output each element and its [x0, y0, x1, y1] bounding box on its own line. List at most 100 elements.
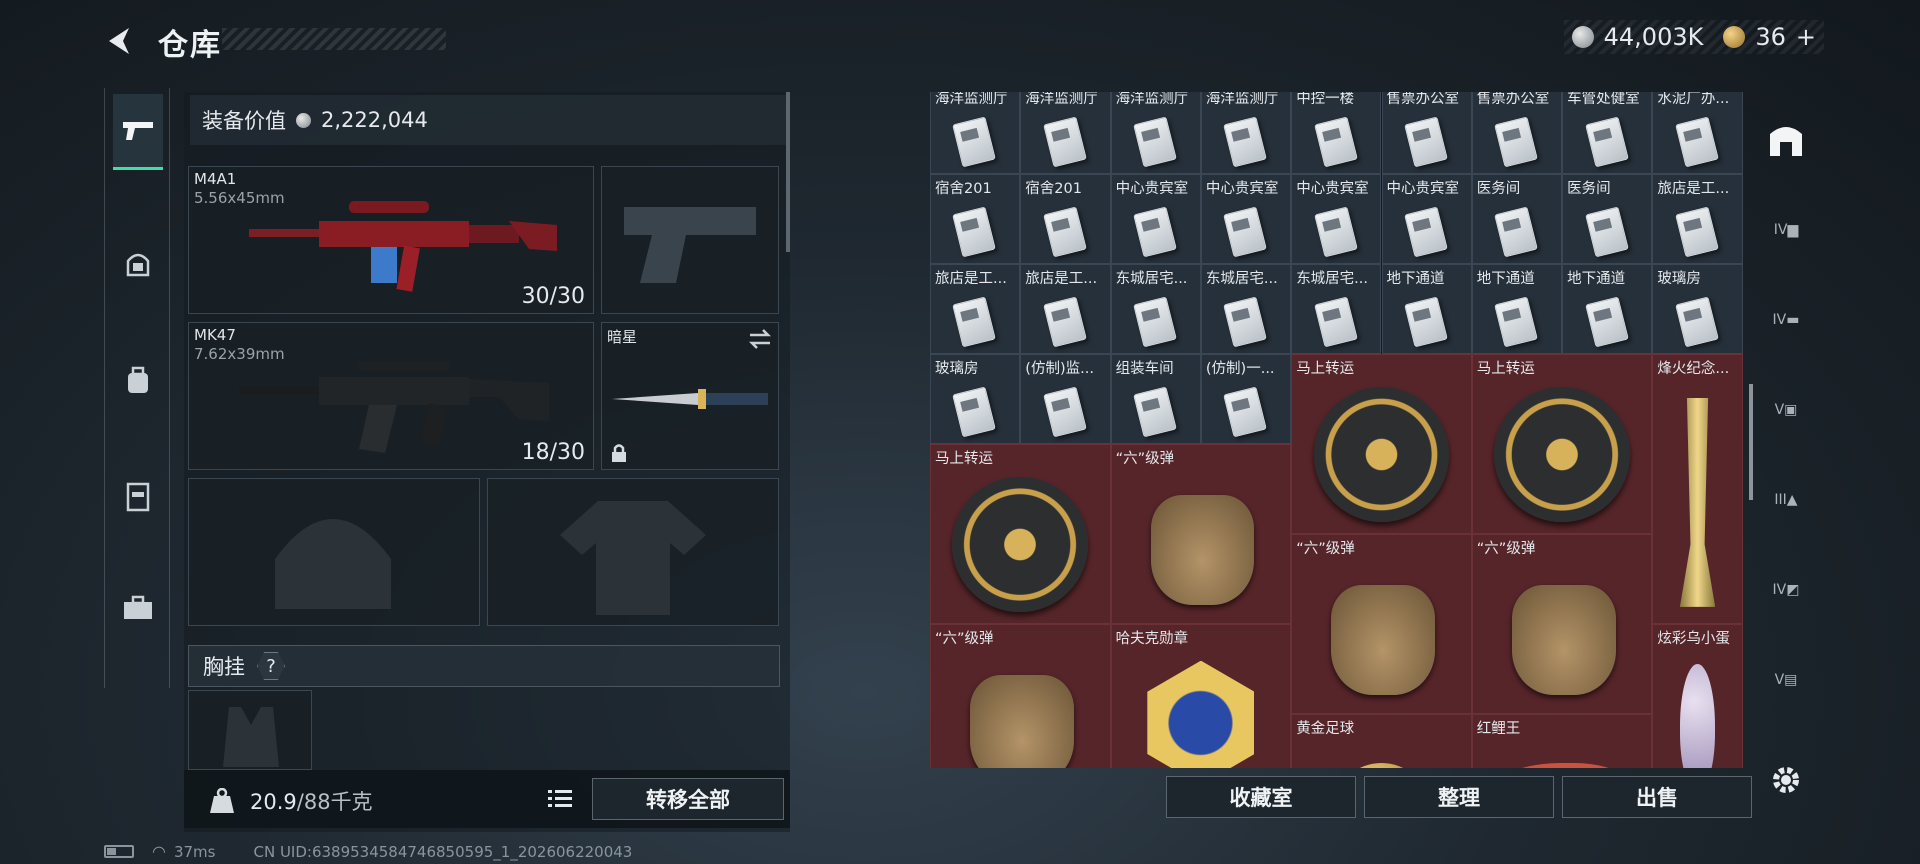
storage-keycard-item[interactable]: 售票办公室 [1471, 92, 1563, 174]
storage-keycard-item[interactable]: 旅店是工... [930, 264, 1021, 354]
storage-keycard-item[interactable]: 海洋监测厅 [1020, 92, 1111, 174]
storage-keycard-item[interactable]: 旅店是工... [1020, 264, 1111, 354]
sidebar-item-backpack[interactable] [113, 354, 163, 406]
storage-large-item[interactable]: 红鲤王 [1471, 714, 1653, 768]
category-bag-v[interactable]: V▤ [1762, 656, 1810, 704]
storage-keycard-item[interactable]: 玻璃房 [930, 354, 1021, 444]
sort-button[interactable]: 整理 [1364, 776, 1554, 818]
storage-panel: 海洋监测厅 海洋监测厅 海洋监测厅 海洋监测厅 中控一楼 售票办公室 售票办公室 车管处健室 水… [930, 92, 1743, 768]
primary-weapon-slot[interactable]: M4A1 5.56x45mm 30/30 [188, 166, 594, 314]
storage-keycard-item[interactable]: 东城居宅... [1110, 264, 1201, 354]
keycard-icon [1042, 206, 1087, 258]
sell-button[interactable]: 出售 [1562, 776, 1752, 818]
storage-keycard-item[interactable]: 海洋监测厅 [1200, 92, 1292, 174]
storage-keycard-item[interactable]: 组装车间 [1110, 354, 1201, 444]
storage-keycard-item[interactable]: 中控一楼 [1291, 92, 1382, 174]
transfer-all-button[interactable]: 转移全部 [592, 778, 784, 820]
item-label: 车管处健室 [1567, 92, 1640, 107]
storage-home-button[interactable] [1762, 116, 1810, 164]
list-icon [548, 790, 572, 807]
tag-iv-icon: IV◩ [1772, 582, 1800, 598]
storage-keycard-item[interactable]: 医务间 [1471, 174, 1563, 264]
storage-keycard-item[interactable]: (仿制)一... [1200, 354, 1292, 444]
uid-text: CN UID:6389534584746850595_1_20260622004… [253, 842, 633, 861]
storage-large-item[interactable]: 马上转运 [1471, 354, 1653, 534]
helmet-slot[interactable] [188, 478, 480, 626]
storage-keycard-item[interactable]: 售票办公室 [1381, 92, 1472, 174]
storage-keycard-item[interactable]: 海洋监测厅 [1110, 92, 1201, 174]
storage-keycard-item[interactable]: 宿舍201 [930, 174, 1021, 264]
storage-large-item[interactable]: 黄金足球 [1291, 714, 1472, 768]
category-gun-iv[interactable]: IV▬ [1762, 296, 1810, 344]
storage-keycard-item[interactable]: 中心贵宾室 [1381, 174, 1472, 264]
primary-weapon-name: M4A1 [194, 170, 237, 188]
storage-keycard-item[interactable]: 地下通道 [1562, 264, 1653, 354]
swap-icon[interactable] [748, 329, 772, 349]
bullet-hand-icon [1512, 584, 1616, 696]
weight-capacity: /88千克 [296, 790, 373, 814]
rifle-icon [239, 361, 549, 453]
storage-keycard-item[interactable]: 地下通道 [1381, 264, 1472, 354]
box-v-icon: V▣ [1774, 402, 1798, 418]
storage-keycard-item[interactable]: 东城居宅... [1291, 264, 1382, 354]
settings-button[interactable] [1762, 756, 1810, 804]
storage-large-item[interactable]: 烽火纪念... [1652, 354, 1743, 624]
sidebar-item-vest[interactable] [113, 470, 163, 522]
storage-keycard-item[interactable]: 医务间 [1562, 174, 1653, 264]
storage-large-item[interactable]: “六”级弹 [1291, 534, 1472, 714]
storage-keycard-item[interactable]: 玻璃房 [1652, 264, 1743, 354]
storage-large-item[interactable]: “六”级弹 [930, 624, 1111, 768]
silver-coin-icon [296, 112, 311, 128]
equipment-scrollbar[interactable] [786, 92, 790, 252]
list-view-button[interactable] [542, 780, 578, 816]
storage-keycard-item[interactable]: (仿制)监... [1020, 354, 1111, 444]
chest-rig-header: 胸挂 ? [188, 645, 780, 687]
pistol-slot[interactable] [601, 166, 779, 314]
keycard-icon [1313, 206, 1358, 258]
storage-keycard-item[interactable]: 中心贵宾室 [1110, 174, 1201, 264]
category-box-v[interactable]: V▣ [1762, 386, 1810, 434]
storage-keycard-item[interactable]: 中心贵宾室 [1200, 174, 1292, 264]
storage-keycard-item[interactable]: 中心贵宾室 [1291, 174, 1382, 264]
storage-keycard-item[interactable]: 海洋监测厅 [930, 92, 1021, 174]
sidebar-item-case[interactable] [113, 582, 163, 634]
storage-keycard-item[interactable]: 地下通道 [1471, 264, 1563, 354]
keycard-icon [952, 116, 996, 168]
settings-icon [1773, 767, 1799, 793]
chest-rig-slot[interactable] [188, 690, 312, 770]
secondary-weapon-slot[interactable]: MK47 7.62x39mm 18/30 [188, 322, 594, 470]
item-label: (仿制)监... [1025, 361, 1094, 377]
storage-keycard-item[interactable]: 水泥厂办... [1652, 92, 1743, 174]
storage-large-item[interactable]: 哈夫克勋章 [1110, 624, 1292, 768]
storage-keycard-item[interactable]: 旅店是工... [1652, 174, 1743, 264]
gold-coin-icon [1723, 26, 1746, 48]
item-label: 海洋监测厅 [1205, 92, 1279, 107]
help-button[interactable]: ? [257, 652, 285, 680]
body-armor-slot[interactable] [487, 478, 779, 626]
back-button[interactable] [100, 22, 140, 60]
gold-amount: 36 [1755, 23, 1786, 51]
category-case-iv[interactable]: IV▆ [1762, 206, 1810, 254]
add-currency-button[interactable]: + [1796, 23, 1816, 51]
sidebar-item-weapons[interactable] [113, 94, 163, 170]
storage-keycard-item[interactable]: 宿舍201 [1020, 174, 1111, 264]
storage-large-item[interactable]: “六”级弹 [1471, 534, 1653, 714]
category-tri-iii[interactable]: III▲ [1762, 476, 1810, 524]
storage-large-item[interactable]: 马上转运 [1291, 354, 1472, 534]
collection-room-button[interactable]: 收藏室 [1166, 776, 1356, 818]
item-label: 哈夫克勋章 [1115, 631, 1189, 647]
sidebar-item-helmet[interactable] [113, 238, 163, 290]
item-label: 旅店是工... [1657, 181, 1730, 197]
storage-keycard-item[interactable]: 车管处健室 [1562, 92, 1653, 174]
keycard-icon [1675, 296, 1719, 348]
backpack-icon [128, 366, 148, 393]
item-label: 东城居宅... [1296, 271, 1369, 287]
storage-keycard-item[interactable]: 东城居宅... [1200, 264, 1292, 354]
melee-slot[interactable]: 暗星 [601, 322, 779, 470]
storage-large-item[interactable]: 马上转运 [930, 444, 1111, 624]
item-label: 马上转运 [1476, 361, 1535, 377]
storage-large-item[interactable]: 炫彩乌小蛋 [1652, 624, 1743, 768]
category-tag-iv[interactable]: IV◩ [1762, 566, 1810, 614]
storage-scrollbar[interactable] [1749, 384, 1753, 500]
storage-large-item[interactable]: “六”级弹 [1110, 444, 1292, 624]
